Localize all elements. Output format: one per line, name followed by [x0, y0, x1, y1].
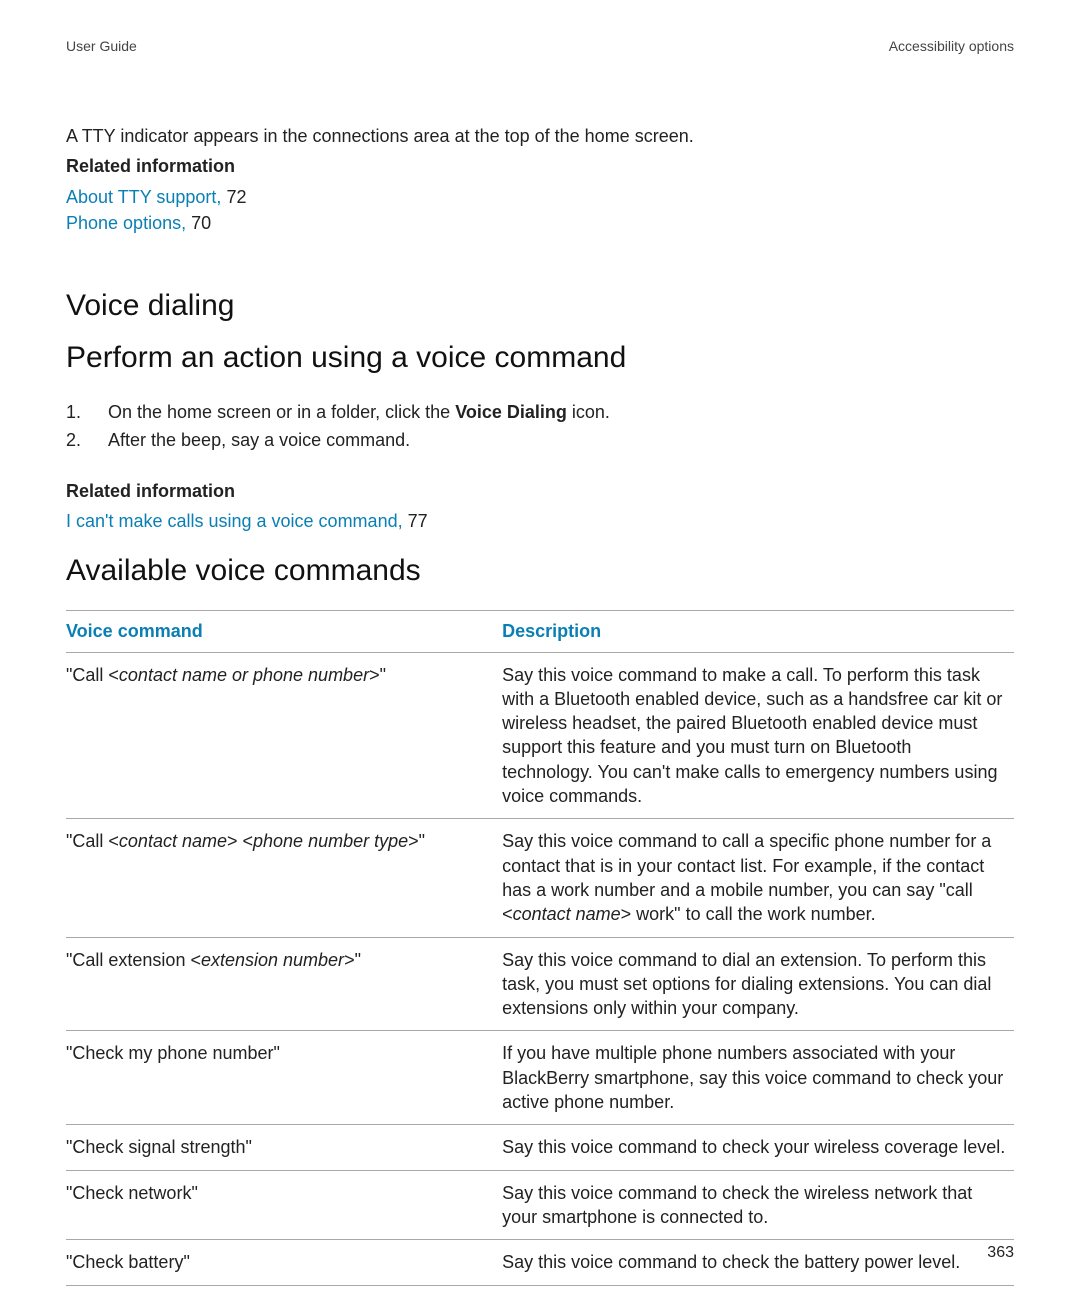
step-1-number: 1.	[66, 399, 108, 427]
desc-cell: Say this voice command to call a specifi…	[502, 819, 1014, 937]
link-voice-command-anchor[interactable]: I can't make calls using a voice command…	[66, 511, 403, 531]
link-phone-options: Phone options, 70	[66, 211, 1014, 235]
cmd-ital2: phone number type	[253, 831, 408, 851]
step-1-pre: On the home screen or in a folder, click…	[108, 402, 455, 422]
cmd-cell: "Check battery"	[66, 1240, 502, 1285]
step-1: 1. On the home screen or in a folder, cl…	[66, 399, 1014, 427]
link-voice-command-troubleshoot: I can't make calls using a voice command…	[66, 509, 1014, 533]
table-row: "Call <contact name> <phone number type>…	[66, 819, 1014, 937]
step-2-text: After the beep, say a voice command.	[108, 427, 410, 455]
desc-cell: Say this voice command to make a call. T…	[502, 652, 1014, 819]
steps-list: 1. On the home screen or in a folder, cl…	[66, 399, 1014, 455]
cmd-ital: contact name	[119, 831, 227, 851]
cmd-cell: "Call <contact name or phone number>"	[66, 652, 502, 819]
desc-cell: Say this voice command to check your wir…	[502, 1125, 1014, 1170]
table-row: "Check my phone number" If you have mult…	[66, 1031, 1014, 1125]
page-number: 363	[987, 1244, 1014, 1262]
step-2-number: 2.	[66, 427, 108, 455]
cmd-cell: "Check signal strength"	[66, 1125, 502, 1170]
step-1-bold: Voice Dialing	[455, 402, 567, 422]
cmd-cell: "Check my phone number"	[66, 1031, 502, 1125]
cmd-cell: "Check network"	[66, 1170, 502, 1240]
cmd-mid: > <	[227, 831, 253, 851]
heading-available-voice-commands: Available voice commands	[66, 554, 1014, 588]
related-info-heading-1: Related information	[66, 154, 1014, 178]
page-header: User Guide Accessibility options	[66, 38, 1014, 54]
table-row: "Check network" Say this voice command t…	[66, 1170, 1014, 1240]
table-row: "Check signal strength" Say this voice c…	[66, 1125, 1014, 1170]
desc-cell: Say this voice command to check the wire…	[502, 1170, 1014, 1240]
cmd-pre: "Call <	[66, 831, 119, 851]
voice-commands-table: Voice command Description "Call <contact…	[66, 610, 1014, 1286]
link-phone-options-page: 70	[186, 213, 211, 233]
cmd-post: >"	[344, 950, 361, 970]
step-1-text: On the home screen or in a folder, click…	[108, 399, 610, 427]
cmd-ital: extension number	[201, 950, 344, 970]
link-voice-command-page: 77	[403, 511, 428, 531]
header-left: User Guide	[66, 38, 137, 54]
cmd-ital: contact name or phone number	[119, 665, 369, 685]
table-row: "Check battery" Say this voice command t…	[66, 1240, 1014, 1285]
cmd-pre: "Call extension <	[66, 950, 201, 970]
related-info-heading-2: Related information	[66, 479, 1014, 503]
header-right: Accessibility options	[889, 38, 1014, 54]
cmd-pre: "Call <	[66, 665, 119, 685]
heading-perform-action: Perform an action using a voice command	[66, 341, 1014, 375]
link-about-tty: About TTY support, 72	[66, 185, 1014, 209]
table-row: "Call extension <extension number>" Say …	[66, 937, 1014, 1031]
step-2: 2. After the beep, say a voice command.	[66, 427, 1014, 455]
cmd-post: >"	[408, 831, 425, 851]
desc-cell: Say this voice command to check the batt…	[502, 1240, 1014, 1285]
table-header-description: Description	[502, 610, 1014, 652]
table-header-voice-command: Voice command	[66, 610, 502, 652]
table-header-row: Voice command Description	[66, 610, 1014, 652]
step-1-post: icon.	[567, 402, 610, 422]
desc-post: > work" to call the work number.	[621, 904, 876, 924]
link-about-tty-anchor[interactable]: About TTY support,	[66, 187, 221, 207]
desc-ital: contact name	[513, 904, 621, 924]
tty-indicator-note: A TTY indicator appears in the connectio…	[66, 124, 1014, 148]
cmd-post: >"	[369, 665, 386, 685]
link-about-tty-page: 72	[221, 187, 246, 207]
table-row: "Call <contact name or phone number>" Sa…	[66, 652, 1014, 819]
heading-voice-dialing: Voice dialing	[66, 289, 1014, 323]
cmd-cell: "Call extension <extension number>"	[66, 937, 502, 1031]
desc-cell: Say this voice command to dial an extens…	[502, 937, 1014, 1031]
link-phone-options-anchor[interactable]: Phone options,	[66, 213, 186, 233]
cmd-cell: "Call <contact name> <phone number type>…	[66, 819, 502, 937]
desc-cell: If you have multiple phone numbers assoc…	[502, 1031, 1014, 1125]
